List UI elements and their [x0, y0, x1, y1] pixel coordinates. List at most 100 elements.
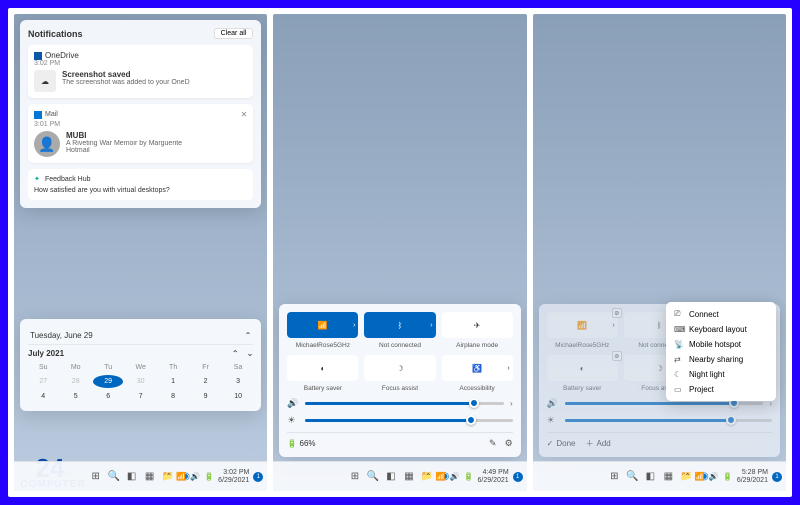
battery-tray-icon[interactable]: 🔋	[464, 472, 474, 481]
brightness-slider[interactable]	[565, 419, 772, 422]
calendar-day[interactable]: 27	[28, 375, 58, 388]
chevron-right-icon[interactable]: ›	[612, 322, 614, 329]
settings-icon[interactable]: ⚙	[505, 438, 513, 449]
start-icon[interactable]: ⊞	[349, 471, 361, 483]
qs-tile-label: MichaelRose5GHz	[547, 342, 618, 349]
volume-slider[interactable]	[565, 402, 764, 405]
notifications-panel: Notifications Clear all OneDrive 3:02 PM…	[20, 20, 261, 208]
volume-tray-icon[interactable]: 🔊	[709, 472, 719, 481]
clock[interactable]: 4:49 PM6/29/2021	[478, 469, 509, 484]
calendar-day[interactable]: 3	[223, 375, 253, 388]
notification-badge[interactable]: 1	[253, 472, 263, 482]
notification-badge[interactable]: 1	[513, 472, 523, 482]
volume-tray-icon[interactable]: 🔊	[190, 472, 200, 481]
calendar-day[interactable]: 1	[158, 375, 188, 388]
widgets-icon[interactable]: ▦	[144, 471, 156, 483]
calendar-day[interactable]: 6	[93, 390, 123, 403]
clear-all-button[interactable]: Clear all	[214, 28, 254, 39]
taskbar: ⊞ 🔍 ◧ ▦ 📁 ◉ ⌃ 📶 🔊 🔋 4:49 PM6/29/2021 1	[273, 461, 526, 491]
wifi-tray-icon[interactable]: 📶	[176, 472, 186, 481]
taskview-icon[interactable]: ◧	[126, 471, 138, 483]
add-button[interactable]: ＋Add	[585, 438, 610, 449]
unpin-icon[interactable]: ⊘	[612, 308, 622, 318]
clock[interactable]: 5:28 PM6/29/2021	[737, 469, 768, 484]
menu-item-nearby-sharing[interactable]: ⇄Nearby sharing	[670, 352, 772, 367]
start-icon[interactable]: ⊞	[90, 471, 102, 483]
mail-icon	[34, 111, 42, 119]
volume-tray-icon[interactable]: 🔊	[450, 472, 460, 481]
calendar-day[interactable]: 2	[190, 375, 220, 388]
qs-tile-airplane[interactable]: ✈	[442, 312, 513, 338]
chevron-right-icon[interactable]: ›	[507, 365, 509, 372]
menu-item-mobile-hotspot[interactable]: 📡Mobile hotspot	[670, 337, 772, 352]
wifi-tray-icon[interactable]: 📶	[436, 472, 446, 481]
search-icon[interactable]: 🔍	[367, 471, 379, 483]
calendar-dow: We	[125, 362, 155, 373]
calendar-day[interactable]: 10	[223, 390, 253, 403]
notification-badge[interactable]: 1	[772, 472, 782, 482]
qs-tile-battery-saver[interactable]: ◐ ⊘	[547, 355, 618, 381]
tray-chevron-icon[interactable]: ⌃	[166, 472, 173, 481]
notification-card[interactable]: Mail ✕ 3:01 PM 👤 MUBI A Riveting War Mem…	[28, 104, 253, 163]
calendar-dow: Tu	[93, 362, 123, 373]
taskview-icon[interactable]: ◧	[644, 471, 656, 483]
menu-item-night-light[interactable]: ☾Night light	[670, 367, 772, 382]
qs-tile-wifi[interactable]: 📶 ›	[287, 312, 358, 338]
menu-item-keyboard-layout[interactable]: ⌨Keyboard layout	[670, 322, 772, 337]
next-month-icon[interactable]: ⌄	[247, 349, 254, 358]
calendar-day[interactable]: 4	[28, 390, 58, 403]
wifi-icon: 📶	[318, 321, 328, 330]
search-icon[interactable]: 🔍	[626, 471, 638, 483]
taskbar: ⊞ 🔍 ◧ ▦ 📁 ◉ ⌃ 📶 🔊 🔋 5:28 PM6/29/2021 1	[533, 461, 786, 491]
qs-tile-label: Focus assist	[364, 385, 435, 392]
brightness-slider[interactable]	[305, 419, 512, 422]
notification-title: MUBI	[66, 131, 182, 140]
wifi-tray-icon[interactable]: 📶	[695, 472, 705, 481]
focus-icon: ☽	[656, 364, 663, 373]
qs-tile-focus[interactable]: ☽	[364, 355, 435, 381]
battery-tray-icon[interactable]: 🔋	[723, 472, 733, 481]
widgets-icon[interactable]: ▦	[403, 471, 415, 483]
tray-chevron-icon[interactable]: ⌃	[425, 472, 432, 481]
calendar-day[interactable]: 9	[190, 390, 220, 403]
clock[interactable]: 3:02 PM6/29/2021	[218, 469, 249, 484]
menu-icon: ☾	[674, 370, 684, 379]
edit-icon[interactable]: ✎	[489, 438, 497, 449]
qs-tile-bluetooth[interactable]: ᛒ ›	[364, 312, 435, 338]
widgets-icon[interactable]: ▦	[662, 471, 674, 483]
menu-item-connect[interactable]: ⎚Connect	[670, 306, 772, 322]
unpin-icon[interactable]: ⊘	[612, 351, 622, 361]
search-icon[interactable]: 🔍	[108, 471, 120, 483]
start-icon[interactable]: ⊞	[608, 471, 620, 483]
taskview-icon[interactable]: ◧	[385, 471, 397, 483]
chevron-right-icon[interactable]: ›	[353, 322, 355, 329]
qs-tile-label: Airplane mode	[442, 342, 513, 349]
calendar-day[interactable]: 30	[125, 375, 155, 388]
collapse-icon[interactable]: ⌃	[245, 331, 252, 340]
app-name: Feedback Hub	[45, 176, 91, 183]
volume-slider[interactable]	[305, 402, 504, 405]
calendar-day[interactable]: 29	[93, 375, 123, 388]
chevron-right-icon[interactable]: ›	[430, 322, 432, 329]
battery-tray-icon[interactable]: 🔋	[204, 472, 214, 481]
qs-tile-battery-saver[interactable]: ◐	[287, 355, 358, 381]
calendar-day[interactable]: 5	[60, 390, 90, 403]
calendar-day[interactable]: 7	[125, 390, 155, 403]
tray-chevron-icon[interactable]: ⌃	[684, 472, 691, 481]
menu-icon: ⌨	[674, 325, 684, 334]
menu-label: Mobile hotspot	[689, 340, 741, 349]
qs-tile-accessibility[interactable]: ♿ ›	[442, 355, 513, 381]
notification-card[interactable]: OneDrive 3:02 PM ☁ Screenshot saved The …	[28, 45, 253, 98]
prev-month-icon[interactable]: ⌃	[232, 349, 239, 358]
calendar-day[interactable]: 8	[158, 390, 188, 403]
focus-icon: ☽	[396, 364, 403, 373]
feedback-card[interactable]: ✦Feedback Hub How satisfied are you with…	[28, 169, 253, 200]
calendar-day[interactable]: 28	[60, 375, 90, 388]
qs-tile-wifi[interactable]: 📶 › ⊘	[547, 312, 618, 338]
screenshot-quick-settings-edit: 📶 › ⊘ ᛒ › ⊘ ✈ ⊘ MichaelRose5GHzNot conne…	[533, 14, 786, 491]
close-icon[interactable]: ✕	[241, 110, 248, 119]
done-button[interactable]: ✓Done	[547, 438, 576, 449]
battery-status[interactable]: 🔋 66%	[287, 439, 315, 448]
chevron-right-icon[interactable]: ›	[510, 399, 513, 408]
menu-item-project[interactable]: ▭Project	[670, 382, 772, 397]
